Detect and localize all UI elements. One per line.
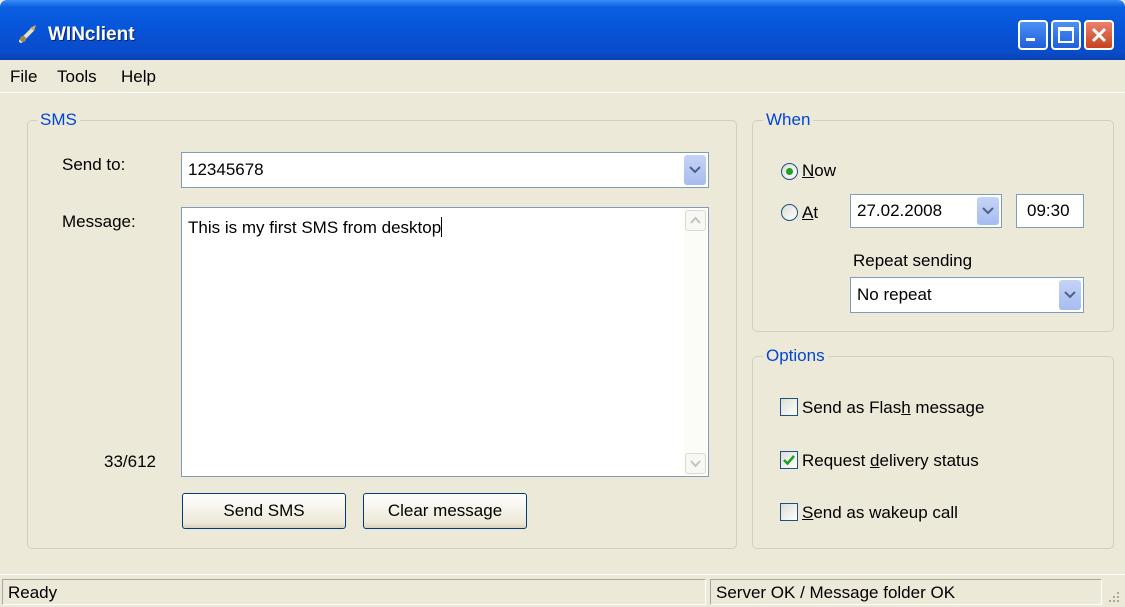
- delivery-status-label[interactable]: Request delivery status: [802, 451, 979, 471]
- message-scrollbar[interactable]: [684, 209, 707, 475]
- character-count: 33/612: [104, 452, 156, 471]
- status-text: Ready: [8, 583, 58, 602]
- window-title: WINclient: [48, 24, 135, 45]
- radio-selected-dot: [786, 168, 793, 175]
- status-pane-left: Ready: [2, 579, 706, 605]
- time-value: 09:30: [1027, 201, 1070, 220]
- menu-help[interactable]: Help: [121, 67, 156, 87]
- repeat-sending-value: No repeat: [857, 285, 932, 304]
- menu-tools[interactable]: Tools: [57, 67, 97, 87]
- maximize-button[interactable]: [1051, 20, 1081, 50]
- delivery-status-checkbox[interactable]: [780, 451, 798, 469]
- when-group-label: When: [763, 110, 814, 130]
- options-group-label: Options: [763, 346, 828, 366]
- send-to-label: Send to:: [62, 155, 126, 174]
- resize-grip-icon[interactable]: [1105, 588, 1121, 604]
- date-value: 27.02.2008: [857, 201, 943, 220]
- wakeup-call-checkbox[interactable]: [780, 503, 798, 521]
- minimize-button[interactable]: [1018, 20, 1048, 50]
- message-label: Message:: [62, 212, 136, 231]
- scroll-up-button[interactable]: [685, 210, 706, 231]
- title-bar[interactable]: WINclient: [0, 0, 1125, 60]
- send-to-value: 12345678: [188, 160, 264, 179]
- status-pane-right: Server OK / Message folder OK: [710, 579, 1102, 605]
- date-dropdown-button[interactable]: [977, 197, 999, 225]
- maximize-icon: [1058, 27, 1074, 43]
- send-to-combobox[interactable]: 12345678: [181, 152, 709, 188]
- at-radio[interactable]: [781, 204, 798, 221]
- checkmark-icon: [783, 455, 795, 466]
- text-caret: [441, 217, 443, 237]
- close-button[interactable]: [1084, 20, 1114, 50]
- minimize-icon: [1026, 38, 1035, 41]
- menu-bar: File Tools Help: [0, 60, 1125, 92]
- repeat-sending-select[interactable]: No repeat: [850, 277, 1084, 313]
- now-radio-label[interactable]: Now: [802, 161, 836, 181]
- app-window: WINclient File Tools Help SMS Send to: 1…: [0, 0, 1125, 607]
- clear-message-button[interactable]: Clear message: [363, 493, 527, 529]
- chevron-down-icon: [1064, 291, 1076, 299]
- send-sms-button[interactable]: Send SMS: [182, 493, 346, 529]
- wakeup-call-label[interactable]: Send as wakeup call: [802, 503, 958, 523]
- repeat-dropdown-button[interactable]: [1059, 280, 1081, 310]
- server-status-text: Server OK / Message folder OK: [716, 583, 956, 602]
- menu-divider: [0, 92, 1125, 93]
- chevron-down-icon: [689, 166, 701, 174]
- now-radio[interactable]: [781, 163, 798, 180]
- repeat-sending-label: Repeat sending: [853, 251, 973, 270]
- chevron-down-icon: [982, 207, 994, 215]
- sms-group-label: SMS: [37, 110, 80, 130]
- menu-file[interactable]: File: [10, 67, 37, 87]
- message-textarea[interactable]: This is my first SMS from desktop: [181, 207, 709, 477]
- at-radio-label[interactable]: At: [802, 203, 818, 223]
- flash-message-label[interactable]: Send as Flash message: [802, 398, 984, 418]
- send-to-dropdown-button[interactable]: [684, 155, 706, 185]
- message-text: This is my first SMS from desktop: [188, 217, 443, 237]
- flash-message-checkbox[interactable]: [780, 398, 798, 416]
- status-bar: Ready Server OK / Message folder OK: [0, 574, 1125, 607]
- date-picker[interactable]: 27.02.2008: [850, 194, 1002, 228]
- chevron-up-icon: [690, 216, 701, 224]
- chevron-down-icon: [690, 460, 701, 468]
- close-icon: [1091, 27, 1107, 43]
- scroll-down-button[interactable]: [685, 453, 706, 474]
- satellite-dish-icon: [19, 25, 36, 43]
- time-input[interactable]: 09:30: [1016, 194, 1084, 228]
